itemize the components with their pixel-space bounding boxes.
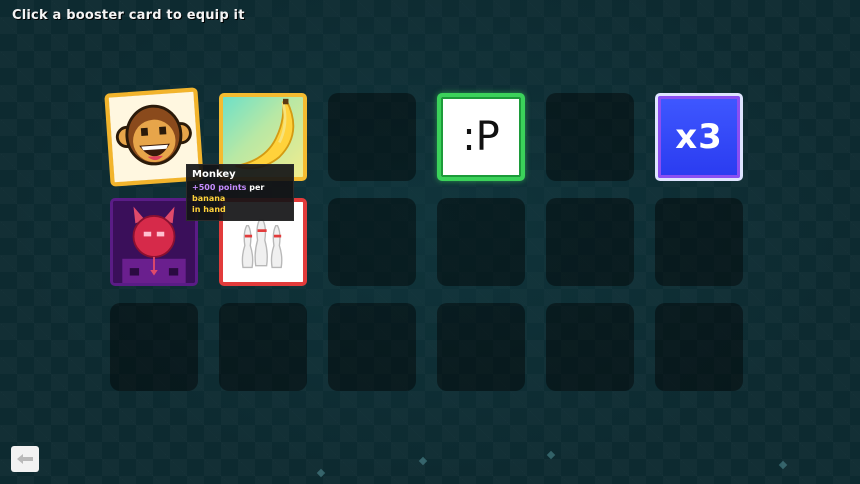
card-slot[interactable] <box>655 198 743 286</box>
booster-card-tongue-face[interactable]: :P <box>437 93 525 181</box>
card-slot[interactable] <box>546 93 634 181</box>
background-sparkle <box>316 468 326 478</box>
card-slot[interactable] <box>104 87 204 187</box>
card-slot[interactable] <box>328 93 416 181</box>
arrow-left-icon <box>17 454 33 464</box>
card-slot[interactable] <box>328 303 416 391</box>
card-slot[interactable] <box>437 198 525 286</box>
card-slot[interactable] <box>219 303 307 391</box>
card-slot[interactable] <box>655 303 743 391</box>
card-slot[interactable] <box>110 198 198 286</box>
tooltip-points: +500 points <box>192 183 247 192</box>
booster-card-devil[interactable] <box>110 198 198 286</box>
tooltip-in-hand: in hand <box>192 205 226 214</box>
background-sparkle <box>418 456 428 466</box>
tooltip-banana: banana <box>192 194 226 203</box>
tooltip-description: +500 points per banana in hand <box>192 182 288 215</box>
tongue-face-text: :P <box>462 114 500 160</box>
header-instruction: Click a booster card to equip it <box>12 8 245 23</box>
booster-tooltip: Monkey +500 points per banana in hand <box>186 164 294 221</box>
card-slot[interactable] <box>328 198 416 286</box>
back-button[interactable] <box>11 446 39 472</box>
devil-icon <box>113 201 195 283</box>
card-slot[interactable] <box>110 303 198 391</box>
tooltip-title: Monkey <box>192 169 236 180</box>
card-slot[interactable]: :P <box>437 93 525 181</box>
multiplier-icon: x3 <box>675 117 723 157</box>
card-slot[interactable] <box>546 198 634 286</box>
background-sparkle <box>778 460 788 470</box>
card-slot[interactable] <box>546 303 634 391</box>
card-slot[interactable] <box>437 303 525 391</box>
card-slot[interactable]: x3 <box>655 93 743 181</box>
tooltip-per: per <box>246 183 265 192</box>
booster-card-multiplier[interactable]: x3 <box>655 93 743 181</box>
booster-card-grid: :P x3 <box>104 87 743 391</box>
background-sparkle <box>546 450 556 460</box>
